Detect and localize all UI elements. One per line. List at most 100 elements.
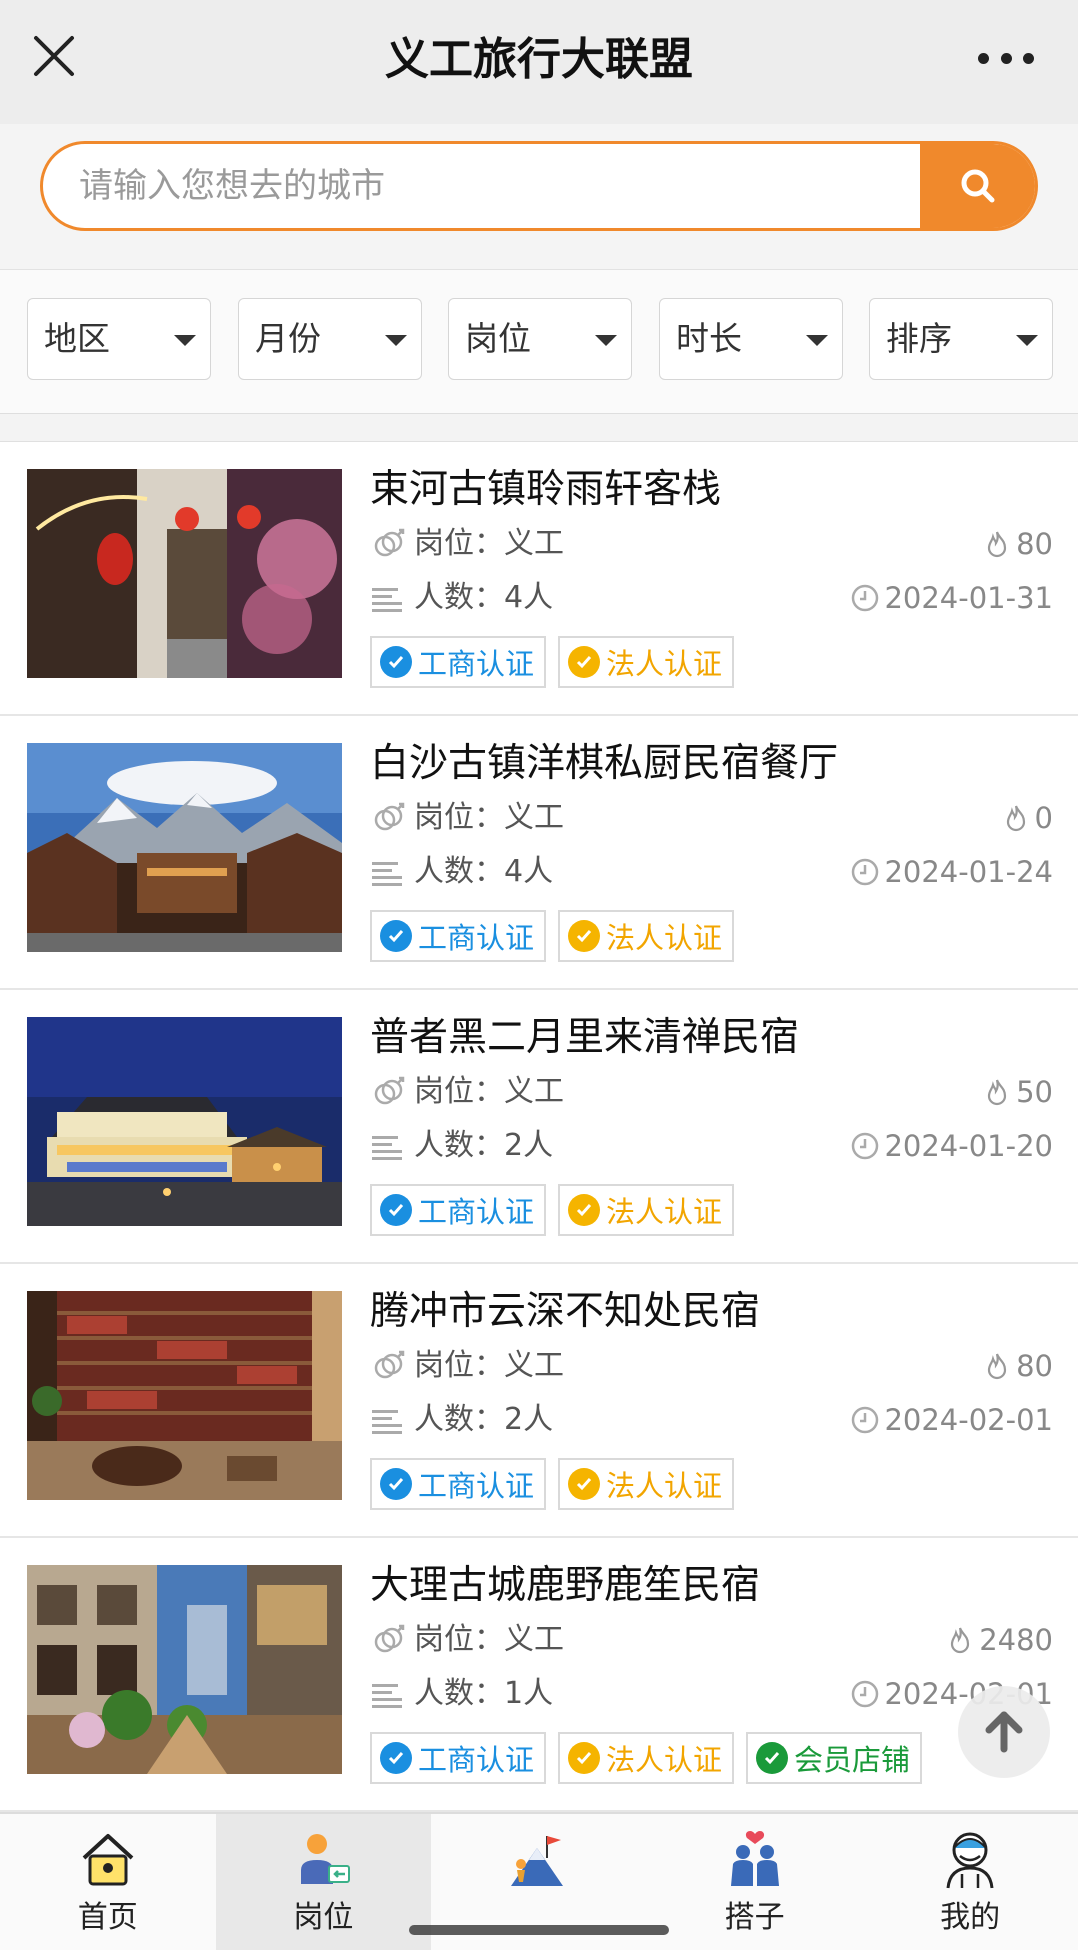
clock-icon: [852, 1680, 879, 1708]
listing-photo[interactable]: [27, 1565, 342, 1774]
filter-sort[interactable]: 排序: [869, 298, 1053, 380]
fire-icon: [1006, 805, 1025, 832]
fire-icon: [987, 1079, 1007, 1106]
check-icon: [380, 1742, 412, 1774]
arrow-up-icon: [985, 1711, 1023, 1753]
tab-label: 我的: [940, 1900, 1001, 1935]
badge-label: 会员店铺: [794, 1743, 911, 1777]
search-box: [40, 141, 1038, 231]
clock-icon: [852, 1406, 879, 1434]
check-icon: [568, 646, 601, 678]
list-item[interactable]: 普者黑二月里来清禅民宿 岗位：义工 人数：2人 50 2024-01-20 工商…: [0, 990, 1078, 1264]
badge-group: 工商认证 法人认证: [370, 1458, 735, 1510]
badge-label: 工商认证: [418, 1469, 535, 1503]
caret-down-icon: [595, 335, 617, 346]
badge-label: 工商认证: [418, 921, 535, 955]
badge-label: 工商认证: [418, 647, 535, 681]
people-text: 人数：2人: [414, 1128, 554, 1163]
badge-label: 法人认证: [606, 1195, 723, 1229]
fire-icon: [951, 1627, 970, 1654]
listing-title: 普者黑二月里来清禅民宿: [370, 1015, 800, 1060]
heat-value: 50: [1016, 1075, 1053, 1109]
search-button[interactable]: [920, 144, 1035, 228]
check-icon: [568, 1468, 601, 1500]
date-row: 2024-01-20: [850, 1126, 1053, 1166]
filter-month[interactable]: 月份: [238, 298, 422, 380]
people-row: 人数：1人: [370, 1674, 553, 1714]
position-text: 岗位：义工: [414, 800, 564, 835]
gender-icon: [374, 1624, 405, 1653]
home-icon: [82, 1834, 134, 1886]
list-item[interactable]: 束河古镇聆雨轩客栈 岗位：义工 人数：4人 80 2024-01-31 工商认证…: [0, 442, 1078, 716]
caret-down-icon: [385, 335, 407, 346]
gender-icon: [374, 1350, 405, 1379]
date-text: 2024-01-31: [884, 581, 1053, 615]
back-to-top-button[interactable]: [958, 1686, 1050, 1778]
filter-position[interactable]: 岗位: [448, 298, 632, 380]
tab-profile[interactable]: 我的: [862, 1814, 1078, 1950]
filter-label: 排序: [886, 319, 952, 358]
legal-person-verified-badge: 法人认证: [558, 1732, 735, 1784]
badge-label: 工商认证: [418, 1195, 535, 1229]
position-row: 岗位：义工: [370, 524, 564, 564]
filter-label: 地区: [44, 319, 110, 358]
position-text: 岗位：义工: [414, 1348, 564, 1383]
heat-value: 2480: [979, 1623, 1053, 1657]
filter-duration[interactable]: 时长: [659, 298, 843, 380]
position-row: 岗位：义工: [370, 1346, 564, 1386]
gender-icon: [374, 528, 405, 557]
caret-down-icon: [806, 335, 828, 346]
tab-label: 岗位: [293, 1900, 354, 1935]
clock-icon: [852, 1132, 879, 1160]
list-lines-icon: [372, 588, 402, 612]
position-row: 岗位：义工: [370, 1072, 564, 1112]
badge-group: 工商认证 法人认证 会员店铺: [370, 1732, 923, 1784]
date-text: 2024-01-20: [884, 1129, 1053, 1163]
heat-count: 80: [982, 1346, 1053, 1386]
list-item[interactable]: 白沙古镇洋棋私厨民宿餐厅 岗位：义工 人数：4人 0 2024-01-24 工商…: [0, 716, 1078, 990]
business-verified-badge: 工商认证: [370, 1184, 547, 1236]
list-item[interactable]: 腾冲市云深不知处民宿 岗位：义工 人数：2人 80 2024-02-01 工商认…: [0, 1264, 1078, 1538]
filter-region[interactable]: 地区: [27, 298, 211, 380]
more-dots-icon[interactable]: [978, 40, 1034, 76]
clock-icon: [852, 584, 879, 612]
people-text: 人数：1人: [414, 1676, 554, 1711]
listing-title: 大理古城鹿野鹿笙民宿: [370, 1563, 761, 1608]
list-lines-icon: [372, 1684, 402, 1708]
people-row: 人数：4人: [370, 852, 553, 892]
search-section: [0, 124, 1078, 270]
list-lines-icon: [372, 1410, 402, 1434]
member-shop-badge: 会员店铺: [746, 1732, 923, 1784]
listing-photo[interactable]: [27, 1291, 342, 1500]
legal-person-verified-badge: 法人认证: [558, 636, 735, 688]
listing-photo[interactable]: [27, 1017, 342, 1226]
filter-label: 月份: [255, 319, 321, 358]
badge-group: 工商认证 法人认证: [370, 636, 735, 688]
tab-partners[interactable]: 搭子: [647, 1814, 863, 1950]
business-verified-badge: 工商认证: [370, 910, 547, 962]
caret-down-icon: [1016, 335, 1038, 346]
gender-icon: [374, 1076, 405, 1105]
page-title: 义工旅行大联盟: [385, 34, 693, 85]
badge-group: 工商认证 法人认证: [370, 1184, 735, 1236]
check-icon: [568, 1742, 601, 1774]
search-icon: [961, 169, 994, 203]
job-icon: [301, 1834, 351, 1884]
listing-photo[interactable]: [27, 743, 342, 952]
listing-photo[interactable]: [27, 469, 342, 678]
badge-label: 工商认证: [418, 1743, 535, 1777]
check-icon: [380, 1194, 412, 1226]
date-row: 2024-01-24: [850, 852, 1053, 892]
tab-home[interactable]: 首页: [0, 1814, 216, 1950]
list-item[interactable]: 大理古城鹿野鹿笙民宿 岗位：义工 人数：1人 2480 2024-02-01 工…: [0, 1538, 1078, 1812]
filter-bar: 地区 月份 岗位 时长 排序: [0, 270, 1078, 414]
heat-count: 2480: [945, 1620, 1053, 1660]
tab-jobs[interactable]: 岗位: [215, 1814, 432, 1950]
mountain-flag-icon: [510, 1836, 563, 1886]
people-text: 人数：4人: [414, 854, 554, 889]
position-row: 岗位：义工: [370, 1620, 564, 1660]
people-row: 人数：2人: [370, 1126, 553, 1166]
search-input[interactable]: [79, 144, 939, 228]
partners-icon: [730, 1831, 779, 1886]
tab-label: 搭子: [724, 1900, 785, 1935]
